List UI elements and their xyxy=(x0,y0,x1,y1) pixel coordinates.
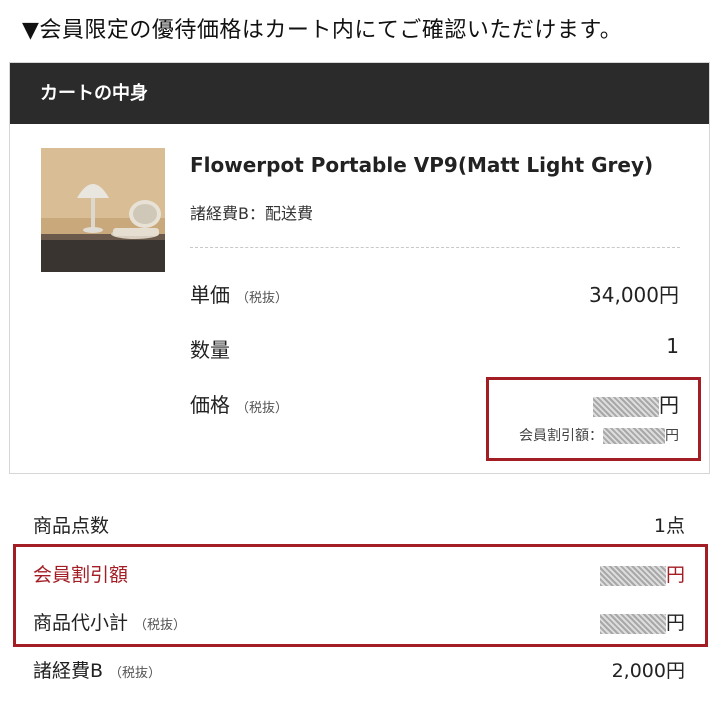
member-discount-value: 円 xyxy=(599,560,685,587)
masked-subtotal xyxy=(599,613,666,634)
price-label: 価格 （税抜） xyxy=(190,393,289,417)
lamp-photo xyxy=(41,148,165,272)
cart-header: カートの中身 xyxy=(10,63,709,124)
price-highlight-box xyxy=(486,377,701,461)
quantity-value: 1 xyxy=(666,334,679,358)
member-discount-label: 会員割引額 xyxy=(33,564,129,586)
expense-value: 2,000円 xyxy=(611,660,685,682)
quantity-label: 数量 xyxy=(190,338,230,362)
product-divider xyxy=(190,247,680,248)
unit-price-value: 34,000円 xyxy=(589,283,679,307)
product-name[interactable]: Flowerpot Portable VP9(Matt Light Grey) xyxy=(190,153,653,177)
subtotal-value: 円 xyxy=(599,608,685,635)
expense-label: 諸経費B （税抜） xyxy=(33,660,162,682)
masked-member-discount-total xyxy=(599,565,666,586)
unit-price-label: 単価 （税抜） xyxy=(190,283,289,307)
subtotal-label: 商品代小計 （税抜） xyxy=(33,612,187,634)
product-image[interactable] xyxy=(41,148,165,272)
product-expense-note: 諸経費B：配送費 xyxy=(190,204,313,223)
item-count-label: 商品点数 xyxy=(33,515,110,537)
item-count-value: 1点 xyxy=(653,515,685,537)
member-price-notice: ▼会員限定の優待価格はカート内にてご確認いただけます。 xyxy=(22,18,623,43)
